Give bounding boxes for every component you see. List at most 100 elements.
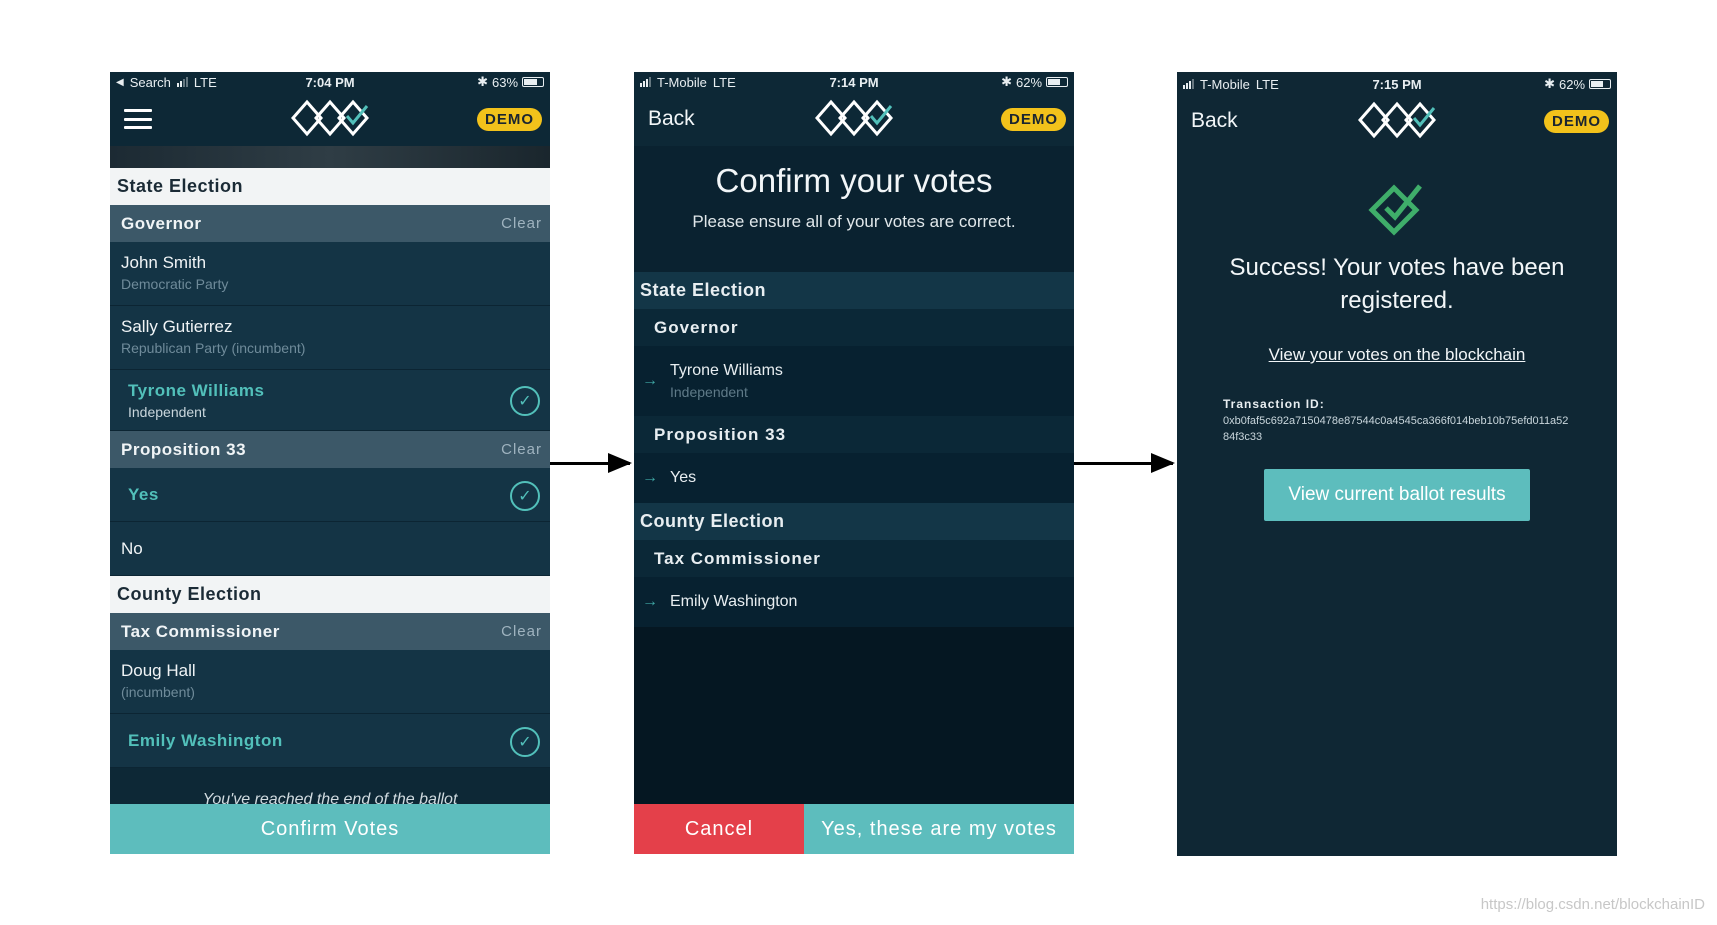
candidate-name: Doug Hall (121, 661, 196, 680)
tax-commissioner-header: Tax Commissioner (634, 540, 1074, 577)
option-no[interactable]: No (110, 522, 550, 576)
flow-arrow-icon (550, 453, 632, 473)
candidate-name: Tyrone Williams (670, 362, 783, 379)
confirm-votes-button[interactable]: Confirm Votes (110, 804, 550, 854)
blockchain-link[interactable]: View your votes on the blockchain (1177, 345, 1617, 365)
clock: 7:14 PM (829, 74, 879, 90)
nav-bar: Back DEMO (634, 92, 1074, 146)
candidate-party: (incumbent) (121, 684, 195, 700)
back-button[interactable]: Back (648, 107, 695, 131)
page-title: Confirm your votes (715, 162, 993, 199)
network-label: LTE (193, 74, 217, 90)
clock: 7:15 PM (1372, 76, 1422, 92)
candidate-emily-washington[interactable]: Emily Washington ✓ (110, 714, 550, 768)
clear-governor-button[interactable]: Clear (501, 215, 542, 232)
candidate-party: Republican Party (incumbent) (121, 340, 306, 356)
success-body: Success! Your votes have been registered… (1177, 146, 1617, 856)
confirm-header: Confirm your votes Please ensure all of … (634, 146, 1074, 272)
selected-check-icon: ✓ (510, 480, 540, 511)
candidate-party: Democratic Party (121, 276, 229, 292)
app-logo-icon (291, 99, 369, 137)
candidate-tyrone-williams[interactable]: Tyrone Williams Independent ✓ (110, 370, 550, 431)
county-election-header: County Election (110, 576, 550, 613)
arrow-right-icon: → (642, 469, 658, 486)
ballot-screen: ◀ Search LTE 7:04 PM ✱ 63% DEMO State El… (110, 72, 550, 854)
transaction-info: Transaction ID: 0xb0faf5c692a7150478e875… (1223, 397, 1617, 445)
tax-commissioner-header: Tax Commissioner Clear (110, 613, 550, 650)
signal-icon (1183, 79, 1194, 89)
candidate-name: Tyrone Williams (128, 381, 265, 400)
bluetooth-icon: ✱ (477, 74, 488, 89)
demo-badge: DEMO (477, 107, 542, 131)
candidate-party: Independent (670, 384, 748, 400)
nav-bar: DEMO (110, 92, 550, 146)
selected-check-icon: ✓ (510, 386, 540, 416)
confirm-screen: T-Mobile LTE 7:14 PM ✱ 62% Back DEMO Con… (634, 72, 1074, 854)
clear-tax-button[interactable]: Clear (501, 623, 542, 640)
success-message: Success! Your votes have been registered… (1229, 254, 1565, 314)
race-title: Governor (121, 213, 202, 233)
transaction-id: 0xb0faf5c692a7150478e87544c0a4545ca366f0… (1223, 415, 1569, 443)
clock: 7:04 PM (305, 74, 355, 90)
success-check-icon (1368, 184, 1422, 236)
state-election-header: State Election (634, 272, 1074, 309)
tax-selection: → Emily Washington (634, 577, 1074, 627)
menu-icon[interactable] (124, 109, 152, 129)
app-logo-icon (1358, 101, 1436, 139)
status-bar: T-Mobile LTE 7:15 PM ✱ 62% (1177, 74, 1617, 94)
battery-percent: 63% (491, 74, 519, 90)
header-photo (110, 146, 550, 168)
clear-proposition-button[interactable]: Clear (501, 441, 542, 458)
arrow-right-icon: → (642, 593, 658, 610)
candidate-sally-gutierrez[interactable]: Sally Gutierrez Republican Party (incumb… (110, 306, 550, 370)
view-results-button[interactable]: View current ballot results (1264, 469, 1530, 521)
cancel-button[interactable]: Cancel (634, 804, 804, 854)
bluetooth-icon: ✱ (1001, 74, 1012, 89)
proposition-33-header: Proposition 33 (634, 416, 1074, 453)
demo-badge: DEMO (1001, 107, 1066, 131)
carrier-label: Search (129, 74, 171, 90)
option-label: Yes (670, 469, 697, 486)
governor-header: Governor Clear (110, 205, 550, 242)
battery-icon (1046, 77, 1069, 87)
signal-icon (176, 77, 188, 87)
candidate-name: Emily Washington (128, 730, 283, 750)
candidate-party: Independent (128, 404, 206, 420)
status-bar: ◀ Search LTE 7:04 PM ✱ 63% (110, 72, 550, 92)
vote-summary-list: State Election Governor → Tyrone William… (634, 272, 1074, 627)
flow-arrow-icon (1074, 453, 1175, 473)
option-label: Yes (128, 484, 159, 504)
county-election-header: County Election (634, 503, 1074, 540)
nav-bar: Back DEMO (1177, 94, 1617, 148)
success-screen: T-Mobile LTE 7:15 PM ✱ 62% Back DEMO Suc… (1177, 72, 1617, 856)
governor-header: Governor (634, 309, 1074, 346)
candidate-name: John Smith (121, 253, 207, 272)
back-button[interactable]: Back (1191, 109, 1238, 133)
carrier-label: T-Mobile (657, 74, 707, 90)
battery-icon (1589, 79, 1612, 89)
candidate-john-smith[interactable]: John Smith Democratic Party (110, 242, 550, 306)
transaction-label: Transaction ID: (1223, 397, 1325, 411)
network-label: LTE (1255, 76, 1279, 92)
back-to-search-icon[interactable]: ◀ (116, 77, 124, 88)
confirm-actions: Cancel Yes, these are my votes (634, 804, 1074, 854)
selected-check-icon: ✓ (510, 726, 540, 757)
signal-icon (640, 77, 651, 87)
battery-icon (522, 77, 545, 87)
watermark: https://blog.csdn.net/blockchainID (1480, 896, 1705, 913)
candidate-doug-hall[interactable]: Doug Hall (incumbent) (110, 650, 550, 714)
race-title: Proposition 33 (121, 439, 247, 459)
state-election-header: State Election (110, 168, 550, 205)
confirm-yes-button[interactable]: Yes, these are my votes (804, 804, 1074, 854)
option-yes[interactable]: Yes ✓ (110, 468, 550, 522)
page-subtitle: Please ensure all of your votes are corr… (692, 212, 1016, 231)
ballot-list: State Election Governor Clear John Smith… (110, 168, 550, 768)
battery-percent: 62% (1558, 76, 1586, 92)
arrow-right-icon: → (642, 372, 658, 389)
demo-badge: DEMO (1544, 109, 1609, 133)
candidate-name: Emily Washington (670, 593, 798, 610)
battery-percent: 62% (1015, 74, 1043, 90)
governor-selection: → Tyrone Williams Independent (634, 346, 1074, 416)
status-bar: T-Mobile LTE 7:14 PM ✱ 62% (634, 72, 1074, 92)
option-label: No (121, 538, 143, 558)
